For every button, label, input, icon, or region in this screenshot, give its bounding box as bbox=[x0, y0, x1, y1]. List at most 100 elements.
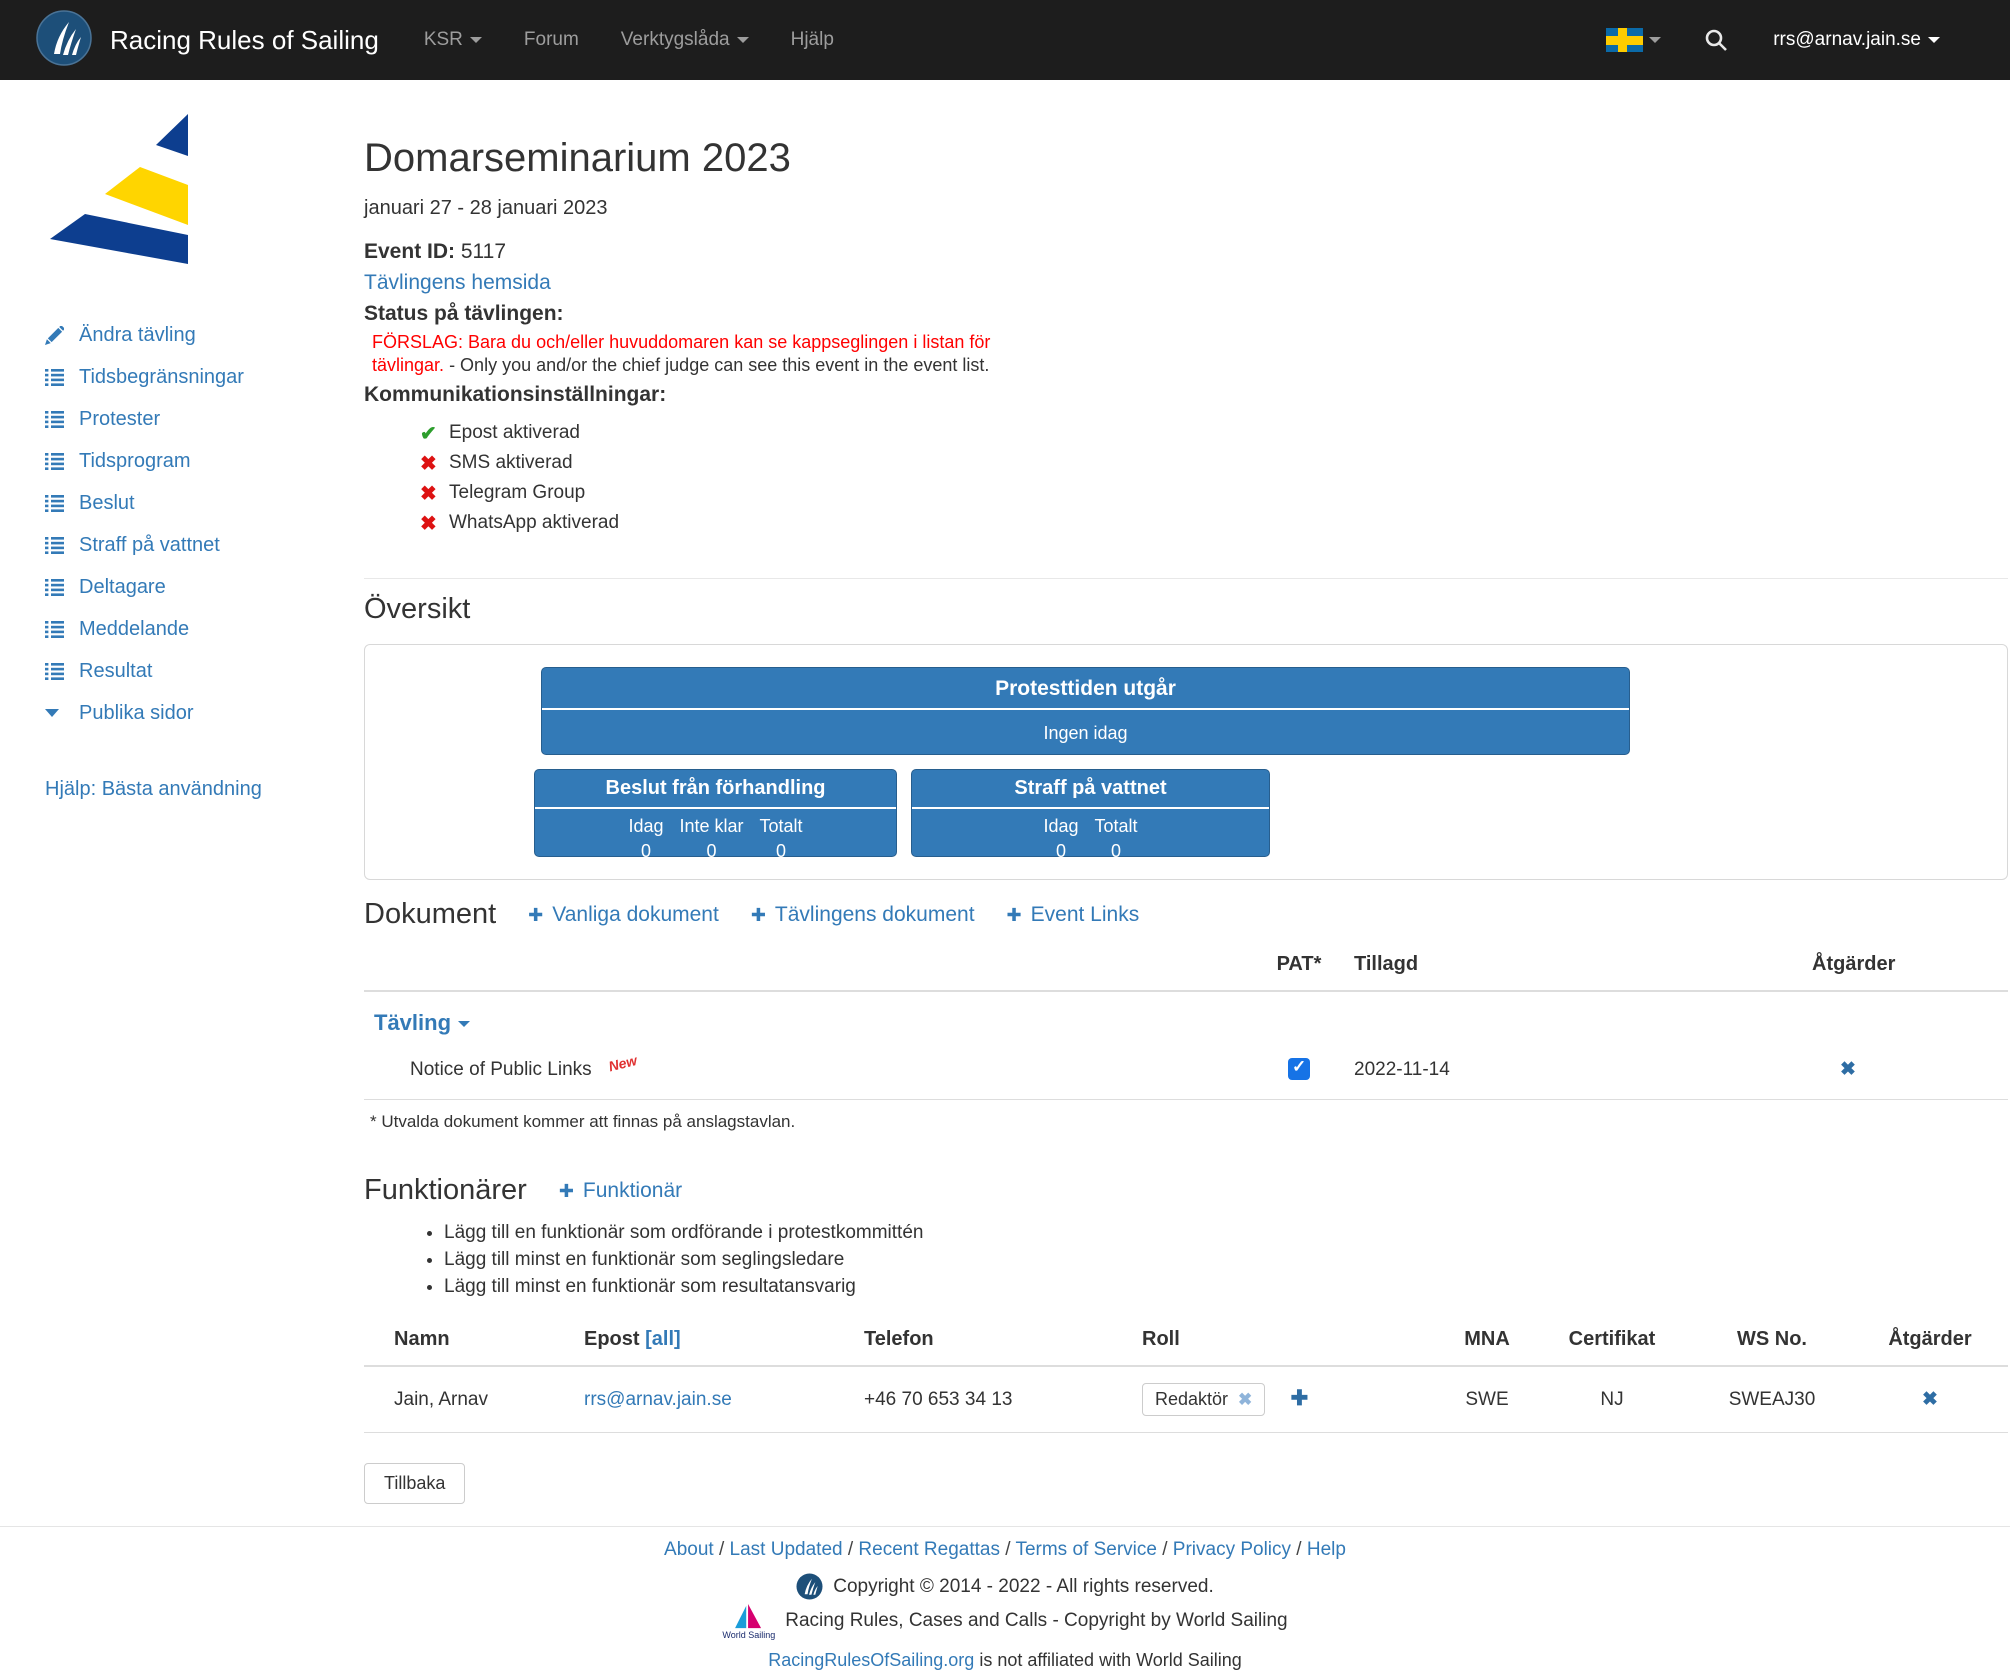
comm-item-epost: Epost aktiverad bbox=[420, 418, 2008, 448]
navbar-right: rrs@arnav.jain.se bbox=[1606, 27, 2010, 53]
plus-icon bbox=[751, 903, 775, 926]
add-common-documents-link[interactable]: Vanliga dokument bbox=[528, 903, 719, 927]
brand-title[interactable]: Racing Rules of Sailing bbox=[110, 25, 379, 56]
add-event-links-link[interactable]: Event Links bbox=[1007, 903, 1140, 927]
protest-time-box: Protesttiden utgår Ingen idag bbox=[541, 667, 1630, 755]
nav-item-hjalp[interactable]: Hjälp bbox=[770, 29, 855, 51]
caret-down-icon[interactable] bbox=[1649, 37, 1661, 43]
x-icon bbox=[420, 511, 449, 536]
caret-down-icon bbox=[470, 37, 482, 43]
event-dates: januari 27 - 28 januari 2023 bbox=[364, 197, 2008, 220]
world-sailing-logo: World Sailing bbox=[722, 1604, 775, 1640]
footer-link-help[interactable]: Help bbox=[1307, 1539, 1346, 1560]
col-header-telefon: Telefon bbox=[864, 1322, 1142, 1366]
protest-time-value: Ingen idag bbox=[542, 723, 1629, 744]
official-ws-no: SWEAJ30 bbox=[1692, 1366, 1852, 1433]
plus-icon bbox=[528, 903, 552, 926]
sidebar-item-tidsprogram[interactable]: Tidsprogram bbox=[45, 440, 326, 482]
official-name: Jain, Arnav bbox=[364, 1366, 584, 1433]
pencil-icon bbox=[45, 326, 79, 345]
sidebar-item-protester[interactable]: Protester bbox=[45, 398, 326, 440]
rrs-org-link[interactable]: RacingRulesOfSailing.org bbox=[768, 1650, 974, 1670]
user-menu[interactable]: rrs@arnav.jain.se bbox=[1773, 29, 1940, 51]
decisions-box: Beslut från förhandling Idag0 Inte klar0… bbox=[534, 769, 897, 857]
footer-link-privacy[interactable]: Privacy Policy bbox=[1173, 1539, 1291, 1560]
list-icon bbox=[45, 411, 79, 428]
back-button[interactable]: Tillbaka bbox=[364, 1463, 465, 1504]
col-header-tillagd: Tillagd bbox=[1354, 947, 1774, 991]
top-navbar: Racing Rules of Sailing KSR Forum Verkty… bbox=[0, 0, 2010, 80]
world-sailing-line: World Sailing Racing Rules, Cases and Ca… bbox=[0, 1604, 2010, 1640]
event-homepage-link[interactable]: Tävlingens hemsida bbox=[364, 271, 551, 294]
official-row: Jain, Arnav rrs@arnav.jain.se +46 70 653… bbox=[364, 1366, 2008, 1433]
sidebar-item-tidsbegransningar[interactable]: Tidsbegränsningar bbox=[45, 356, 326, 398]
footer-link-about[interactable]: About bbox=[664, 1539, 714, 1560]
add-event-documents-link[interactable]: Tävlingens dokument bbox=[751, 903, 975, 927]
nav-item-ksr[interactable]: KSR bbox=[403, 29, 503, 51]
sidebar-item-beslut[interactable]: Beslut bbox=[45, 482, 326, 524]
official-mna: SWE bbox=[1442, 1366, 1532, 1433]
divider bbox=[364, 578, 2008, 579]
documents-footnote: * Utvalda dokument kommer att finnas på … bbox=[370, 1112, 2008, 1132]
footer-link-recent-regattas[interactable]: Recent Regattas bbox=[858, 1539, 1000, 1560]
x-icon bbox=[420, 451, 449, 476]
document-group-tavling[interactable]: Tävling bbox=[374, 1010, 470, 1035]
document-row: Notice of Public Links New 2022-11-14 bbox=[364, 1044, 2008, 1100]
new-badge: New bbox=[606, 1051, 638, 1073]
col-header-ws-no: WS No. bbox=[1692, 1322, 1852, 1366]
sidebar-item-deltagare[interactable]: Deltagare bbox=[45, 566, 326, 608]
list-icon bbox=[45, 537, 79, 554]
document-name: Notice of Public Links bbox=[410, 1059, 592, 1080]
page-title: Domarseminarium 2023 bbox=[364, 136, 2008, 181]
caret-down-icon bbox=[1928, 37, 1940, 43]
footer-links: About Last Updated Recent Regattas Terms of… bbox=[0, 1539, 2010, 1561]
col-header-pat: PAT* bbox=[1244, 947, 1354, 991]
decisions-today-count: 0 bbox=[641, 839, 651, 864]
role-chip: Redaktör bbox=[1142, 1383, 1265, 1416]
nav-item-verktygslada[interactable]: Verktygslåda bbox=[600, 29, 770, 51]
remove-role-icon[interactable] bbox=[1238, 1390, 1252, 1409]
help-best-practice-link[interactable]: Hjälp: Bästa användning bbox=[45, 778, 262, 800]
rrs-logo-icon bbox=[796, 1573, 823, 1600]
official-email-link[interactable]: rrs@arnav.jain.se bbox=[584, 1389, 732, 1410]
delete-document-icon[interactable] bbox=[1840, 1059, 1856, 1080]
main-content: Domarseminarium 2023 januari 27 - 28 jan… bbox=[326, 80, 2010, 1504]
list-icon bbox=[45, 579, 79, 596]
rrs-logo-icon[interactable] bbox=[36, 10, 92, 71]
sidebar-menu: Ändra tävling Tidsbegränsningar Proteste… bbox=[45, 314, 326, 734]
documents-table: PAT* Tillagd Åtgärder Tävling Notice of … bbox=[364, 947, 2008, 1100]
delete-official-icon[interactable] bbox=[1922, 1389, 1938, 1410]
footer-link-terms[interactable]: Terms of Service bbox=[1015, 1539, 1156, 1560]
sidebar: Ändra tävling Tidsbegränsningar Proteste… bbox=[0, 80, 326, 801]
sidebar-item-straff-pa-vattnet[interactable]: Straff på vattnet bbox=[45, 524, 326, 566]
decisions-total-count: 0 bbox=[776, 839, 786, 864]
penalties-box: Straff på vattnet Idag0 Totalt0 bbox=[911, 769, 1270, 857]
officials-requirements: Lägg till en funktionär som ordförande i… bbox=[364, 1219, 2008, 1300]
add-official-link[interactable]: Funktionär bbox=[559, 1179, 682, 1203]
email-all-link[interactable]: [all] bbox=[645, 1328, 681, 1350]
document-added-date: 2022-11-14 bbox=[1354, 1044, 1774, 1100]
penalties-total-count: 0 bbox=[1111, 839, 1121, 864]
sidebar-item-meddelande[interactable]: Meddelande bbox=[45, 608, 326, 650]
pat-checkbox[interactable] bbox=[1288, 1058, 1310, 1080]
list-icon bbox=[45, 663, 79, 680]
footer-link-last-updated[interactable]: Last Updated bbox=[730, 1539, 843, 1560]
comm-settings-label: Kommunikationsinställningar: bbox=[364, 383, 666, 406]
add-role-icon[interactable] bbox=[1291, 1387, 1309, 1410]
nav-item-forum[interactable]: Forum bbox=[503, 29, 600, 51]
swedish-flag-icon[interactable] bbox=[1606, 28, 1643, 52]
status-text: FÖRSLAG: Bara du och/eller huvuddomaren … bbox=[372, 331, 1032, 377]
list-icon bbox=[45, 621, 79, 638]
page-footer: About Last Updated Recent Regattas Terms of… bbox=[0, 1526, 2010, 1671]
caret-down-icon bbox=[45, 709, 79, 717]
overview-heading: Översikt bbox=[364, 593, 2008, 626]
x-icon bbox=[420, 481, 449, 506]
overview-panel: Protesttiden utgår Ingen idag Beslut frå… bbox=[364, 644, 2008, 880]
check-icon bbox=[420, 421, 449, 446]
sidebar-item-resultat[interactable]: Resultat bbox=[45, 650, 326, 692]
search-icon[interactable] bbox=[1703, 27, 1729, 53]
sidebar-item-andra-tavling[interactable]: Ändra tävling bbox=[45, 314, 326, 356]
officials-table: Namn Epost [all] Telefon Roll MNA Certif… bbox=[364, 1322, 2008, 1433]
sidebar-item-publika-sidor[interactable]: Publika sidor bbox=[45, 692, 326, 734]
list-icon bbox=[45, 495, 79, 512]
